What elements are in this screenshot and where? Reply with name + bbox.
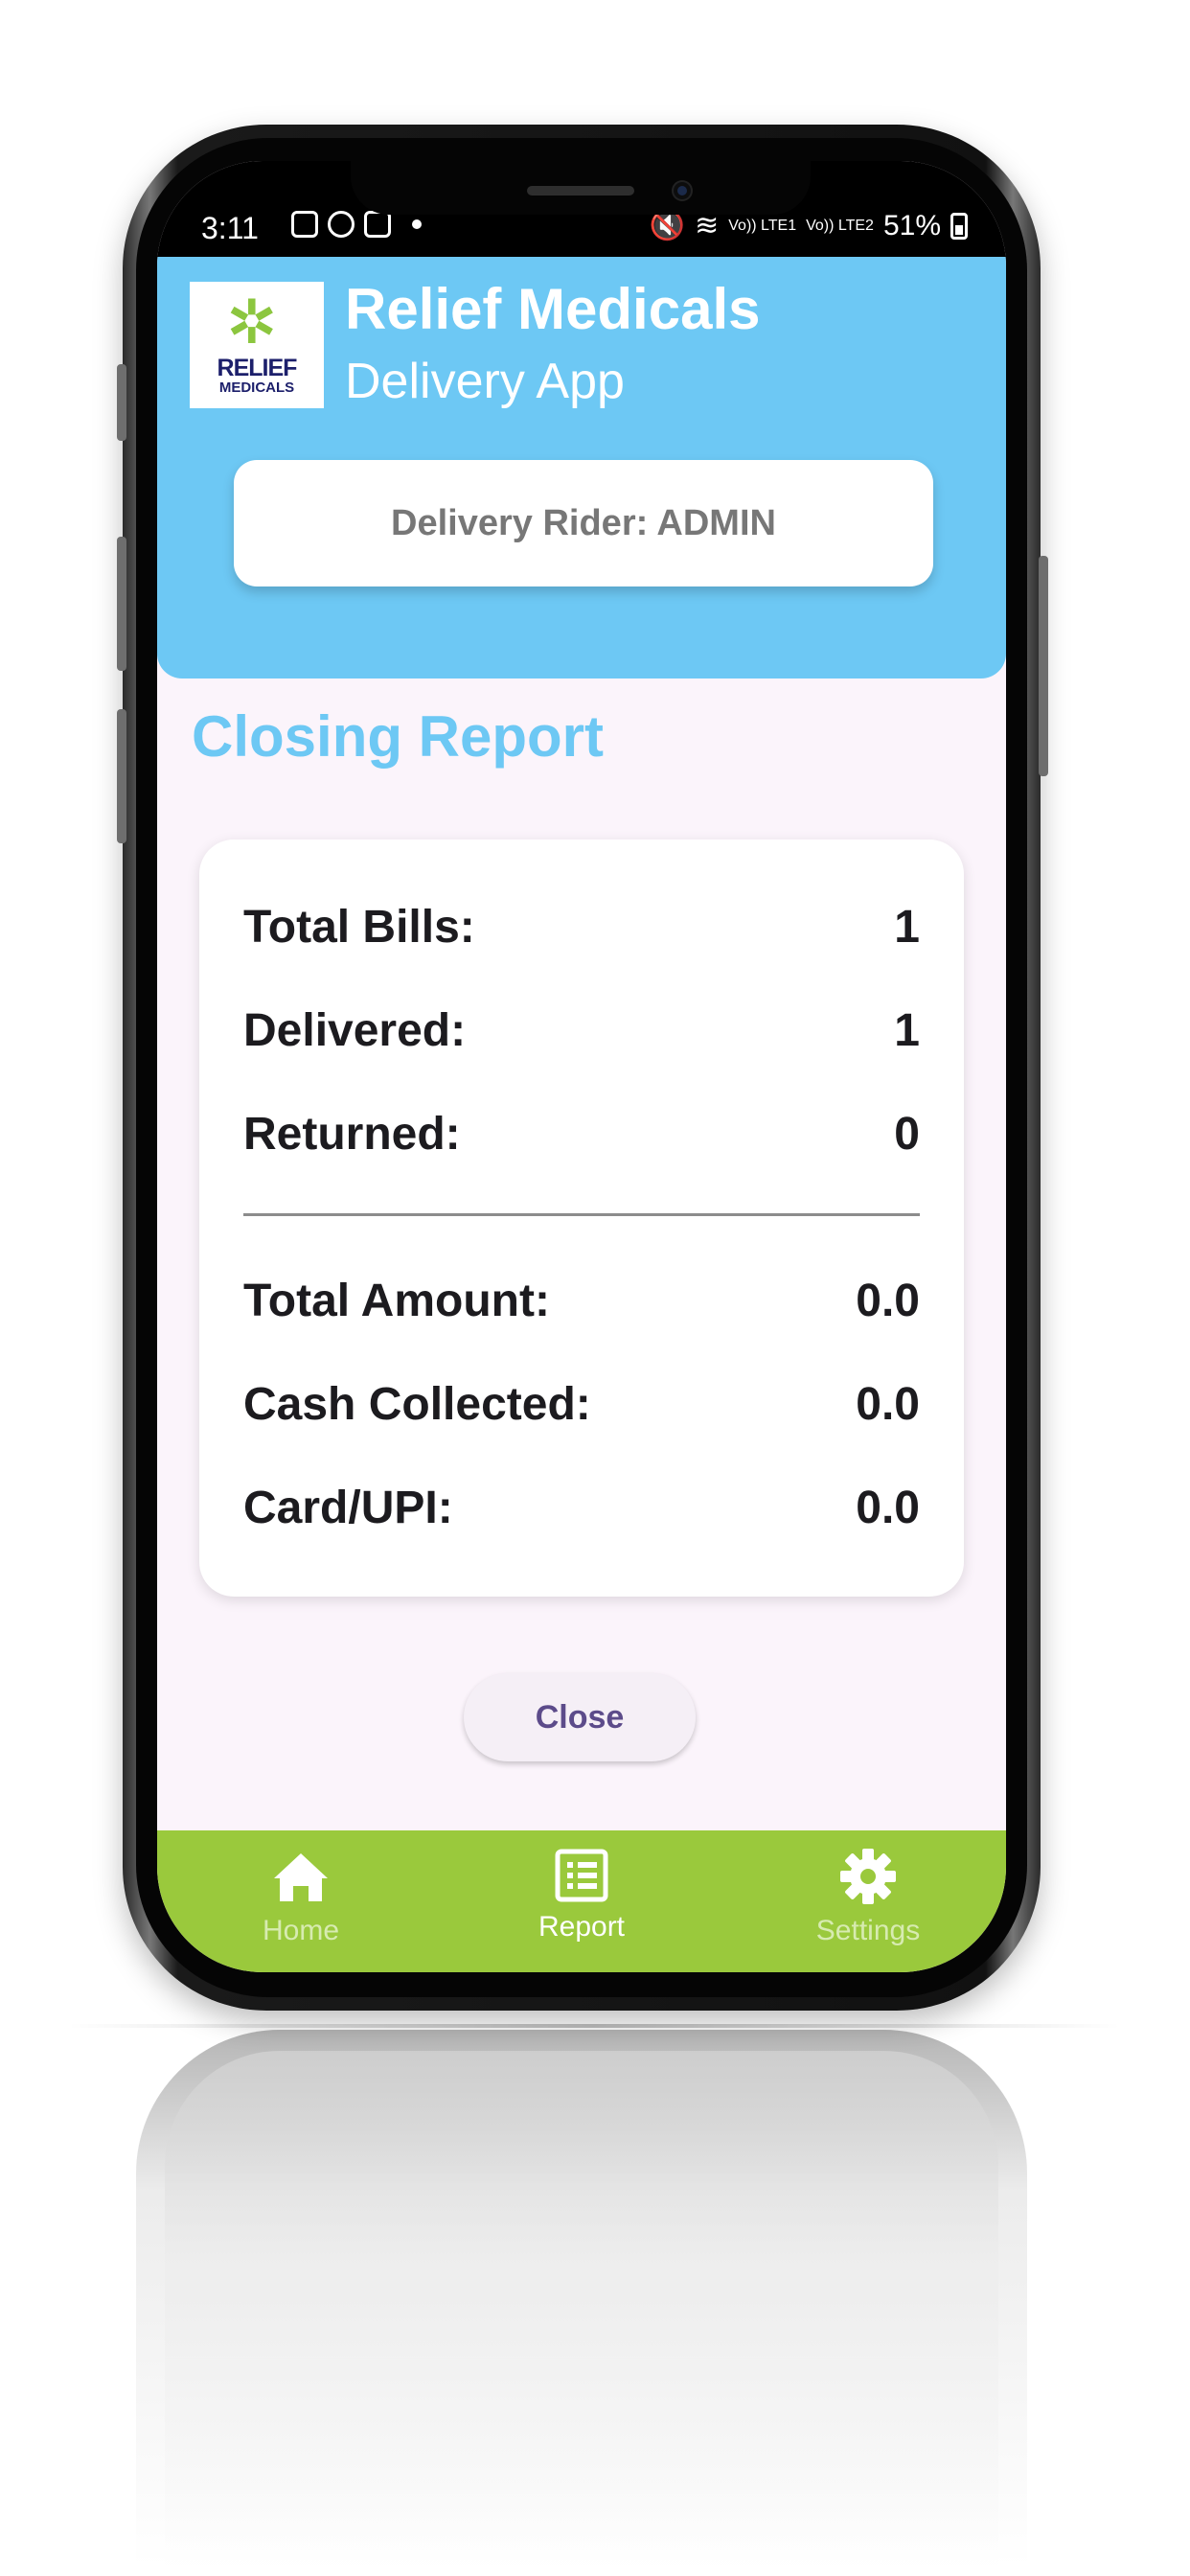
nav-item-settings[interactable]: Settings: [772, 1830, 964, 1965]
whatsapp-icon: [328, 211, 355, 238]
phone-speaker: [527, 186, 634, 196]
report-icon: [555, 1849, 608, 1902]
app-screen: 3:11 🔇 ≋ Vo)) LTE1 Vo)) LTE2 51% ✲ RELIE…: [157, 161, 1006, 1972]
report-label: Returned:: [243, 1109, 461, 1160]
app-logo: ✲ RELIEF MEDICALS: [190, 282, 324, 408]
close-button[interactable]: Close: [464, 1673, 696, 1761]
phone-reflection-inner: [165, 2051, 998, 2566]
report-row-returned: Returned: 0: [243, 1108, 920, 1161]
report-label: Total Amount:: [243, 1276, 550, 1326]
phone-notch: [351, 155, 811, 215]
delivery-rider-label: Delivery Rider: ADMIN: [391, 502, 776, 543]
report-value: 0.0: [856, 1379, 920, 1430]
report-label: Card/UPI:: [243, 1483, 453, 1533]
phone-side-button: [117, 364, 126, 441]
report-row-delivered: Delivered: 1: [243, 1004, 920, 1057]
battery-icon: [950, 212, 968, 240]
logo-text-medicals: MEDICALS: [218, 380, 295, 396]
page-title: Closing Report: [192, 704, 604, 769]
report-value: 1: [894, 1005, 920, 1056]
report-label: Cash Collected:: [243, 1379, 591, 1430]
report-label: Total Bills:: [243, 902, 475, 953]
app-header: ✲ RELIEF MEDICALS Relief Medicals Delive…: [157, 257, 1006, 678]
report-row-total-bills: Total Bills: 1: [243, 901, 920, 954]
front-camera: [674, 182, 691, 199]
status-time: 3:11: [201, 211, 259, 245]
gear-icon: [840, 1849, 896, 1904]
report-divider: [243, 1213, 920, 1216]
nav-item-report[interactable]: Report: [486, 1830, 677, 1965]
status-notification-icons: [291, 211, 422, 238]
signal-sim2: Vo)) LTE2: [806, 217, 874, 234]
nav-label-settings: Settings: [815, 1915, 921, 1946]
nav-label-report: Report: [538, 1911, 626, 1943]
app-title: Relief Medicals: [345, 277, 761, 341]
report-value: 0: [894, 1109, 920, 1160]
app-subtitle: Delivery App: [345, 354, 625, 409]
floor-shadow: [67, 2024, 1121, 2028]
phone-volume-down: [117, 709, 126, 843]
report-value: 1: [894, 902, 920, 953]
phone-volume-up: [117, 537, 126, 671]
nav-label-home: Home: [262, 1915, 340, 1946]
nav-item-home[interactable]: Home: [205, 1830, 397, 1965]
report-row-card-upi: Card/UPI: 0.0: [243, 1482, 920, 1534]
notification-dot-icon: [412, 219, 422, 229]
logo-leaf-icon: ✲: [226, 288, 278, 356]
phone-reflection: [136, 2030, 1027, 2566]
signal-sim1: Vo)) LTE1: [728, 217, 797, 234]
report-row-cash-collected: Cash Collected: 0.0: [243, 1378, 920, 1431]
logo-text-relief: RELIEF: [217, 355, 298, 381]
bottom-navigation: Home Report Settings: [157, 1830, 1006, 1972]
battery-percent: 51%: [882, 209, 941, 242]
phone-power-button: [1039, 556, 1048, 776]
delivery-rider-card: Delivery Rider: ADMIN: [234, 460, 933, 586]
home-icon: [274, 1853, 328, 1901]
report-label: Delivered:: [243, 1005, 467, 1056]
gallery-icon: [291, 211, 318, 238]
closing-report-card: Total Bills: 1 Delivered: 1 Returned: 0 …: [199, 840, 964, 1597]
report-row-total-amount: Total Amount: 0.0: [243, 1275, 920, 1327]
linkedin-icon: [364, 211, 391, 238]
report-value: 0.0: [856, 1276, 920, 1326]
report-value: 0.0: [856, 1483, 920, 1533]
